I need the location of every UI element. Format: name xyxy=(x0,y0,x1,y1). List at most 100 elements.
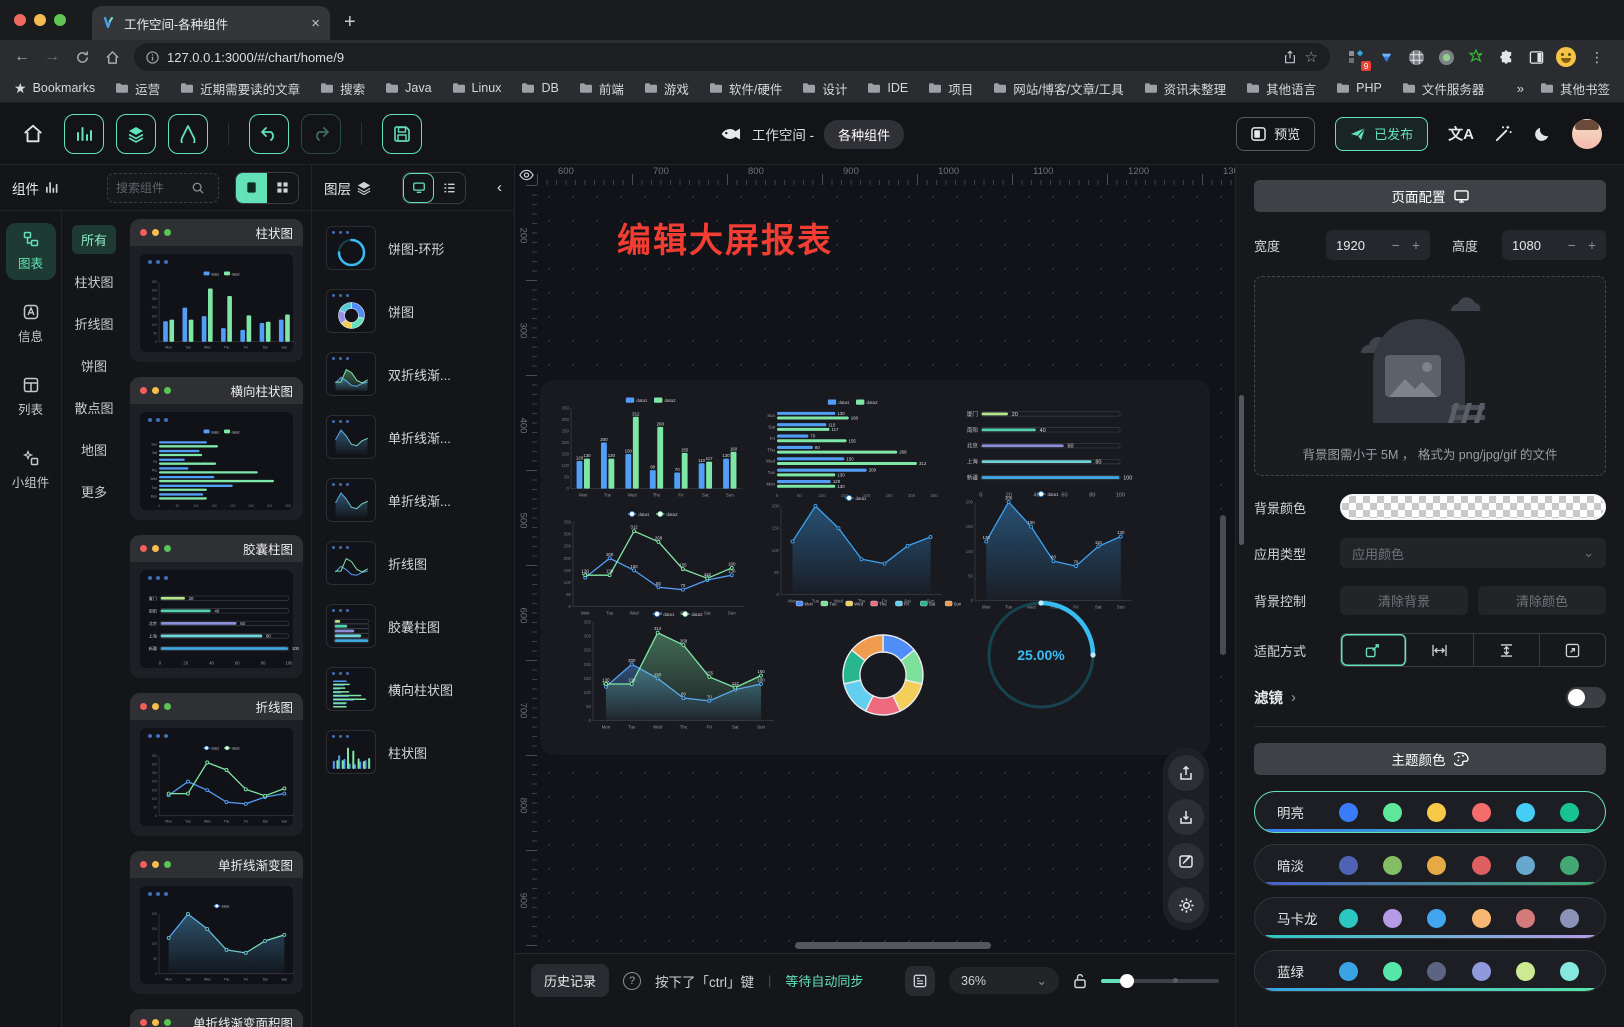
zoom-select[interactable]: 36%⌄ xyxy=(949,967,1059,994)
charts-panel-button[interactable] xyxy=(64,114,104,154)
profile-avatar[interactable] xyxy=(1556,47,1576,67)
component-card[interactable]: 单折线渐变图 050100150200MonTueWedThuFriSatSun… xyxy=(130,851,303,994)
settings-gear-icon[interactable] xyxy=(1168,887,1204,923)
chart-double-line-area[interactable]: 050100150200250300350MonTueWedThuFriSatS… xyxy=(578,608,784,730)
single-view-button[interactable] xyxy=(236,173,267,203)
component-card[interactable]: 胶囊柱图 厦门20南阳40北京60上海80新疆100020406080100 xyxy=(130,535,303,678)
preview-button[interactable]: 预览 xyxy=(1236,117,1315,151)
magic-wand-icon[interactable] xyxy=(1494,124,1513,143)
width-stepper[interactable]: 1920−+ xyxy=(1326,230,1430,260)
fit-stretch-button[interactable] xyxy=(1540,634,1605,666)
maximize-window-button[interactable] xyxy=(54,14,66,26)
extension-cmd-icon[interactable] xyxy=(1406,47,1426,67)
minimize-window-button[interactable] xyxy=(34,14,46,26)
search-input[interactable] xyxy=(116,181,186,195)
design-canvas[interactable]: 6007008009001000110012001300 20030040050… xyxy=(515,165,1235,953)
background-upload-dropzone[interactable]: 背景图需小于 5M ， 格式为 png/jpg/gif 的文件 xyxy=(1254,276,1606,476)
chart-single-line[interactable]: 050100150200MonTueWedThuFriSatSundata1 xyxy=(766,492,952,604)
bookmark-item[interactable]: 网站/博客/文章/工具 xyxy=(993,79,1123,98)
details-panel-button[interactable] xyxy=(168,114,208,154)
chart-donut[interactable]: MonTueWedThuFriSatSun xyxy=(792,598,974,738)
app-type-select[interactable]: 应用颜色⌄ xyxy=(1340,538,1606,568)
chart-line[interactable]: 050100150200250300350MonTueWedThuFriSatS… xyxy=(558,508,754,616)
bookmark-item[interactable]: 游戏 xyxy=(644,79,689,98)
bookmark-item[interactable]: 近期需要读的文章 xyxy=(180,79,300,98)
help-icon[interactable]: ? xyxy=(623,972,641,990)
dashboard-panel[interactable]: 050100150200250300350MonTueWedThuFriSatS… xyxy=(540,380,1210,755)
plus-icon[interactable]: + xyxy=(1412,237,1420,253)
forward-icon[interactable]: → xyxy=(38,43,66,71)
layer-item[interactable]: 胶囊柱图 xyxy=(322,599,504,653)
browser-tab[interactable]: 工作空间-各种组件 × xyxy=(92,6,330,40)
layer-item[interactable]: 双折线渐... xyxy=(322,347,504,401)
clear-color-button[interactable]: 清除颜色 xyxy=(1478,586,1606,615)
component-card[interactable]: 单折线渐变面积图 050100150200MonTueWedThuFriSatS… xyxy=(130,1009,303,1027)
layer-item[interactable]: 折线图 xyxy=(322,536,504,590)
share-icon[interactable] xyxy=(1283,50,1297,64)
url-text[interactable]: 127.0.0.1:3000/#/chart/home/9 xyxy=(167,50,1275,65)
clear-background-button[interactable]: 清除背景 xyxy=(1340,586,1468,615)
layer-item[interactable]: 单折线渐... xyxy=(322,410,504,464)
bookmark-item[interactable]: 运营 xyxy=(115,79,160,98)
grid-view-button[interactable] xyxy=(267,173,298,203)
dark-mode-moon-icon[interactable] xyxy=(1533,124,1552,143)
user-avatar[interactable] xyxy=(1572,119,1602,149)
height-stepper[interactable]: 1080−+ xyxy=(1502,230,1606,260)
undo-button[interactable] xyxy=(249,114,289,154)
fit-width-button[interactable] xyxy=(1407,634,1473,666)
minus-icon[interactable]: − xyxy=(1568,237,1576,253)
bookmarks-root[interactable]: ★Bookmarks xyxy=(14,80,95,97)
redo-button[interactable] xyxy=(301,114,341,154)
other-bookmarks[interactable]: 其他书签 xyxy=(1540,79,1610,98)
save-button[interactable] xyxy=(382,114,422,154)
ruler-eye-icon[interactable] xyxy=(515,165,537,185)
minus-icon[interactable]: − xyxy=(1392,237,1400,253)
canvas-text-element[interactable]: 编辑大屏报表 xyxy=(617,213,833,262)
workspace-name-pill[interactable]: 各种组件 xyxy=(824,120,904,149)
chevron-right-icon[interactable]: › xyxy=(1291,690,1296,706)
category-item[interactable]: 更多 xyxy=(72,477,116,506)
chart-ring-progress[interactable]: 25.00% xyxy=(982,596,1100,714)
category-item[interactable]: 所有 xyxy=(72,225,116,254)
site-info-icon[interactable] xyxy=(146,51,159,64)
category-item[interactable]: 散点图 xyxy=(65,393,122,422)
chart-horizontal-bar[interactable]: 050100150200250300350SunSatFriThuWedTueM… xyxy=(762,396,950,498)
bookmark-item[interactable]: 项目 xyxy=(928,79,973,98)
extensions-puzzle-icon[interactable] xyxy=(1496,47,1516,67)
extension-grid-icon[interactable]: 9 xyxy=(1346,47,1366,67)
component-card[interactable]: 横向柱状图 050100150200250300350SunSatFriThuW… xyxy=(130,377,303,520)
category-item[interactable]: 饼图 xyxy=(72,351,116,380)
chart-bar[interactable]: 050100150200250300350MonTueWedThuFriSatS… xyxy=(556,394,752,498)
component-card[interactable]: 折线图 050100150200250300350MonTueWedThuFri… xyxy=(130,693,303,836)
vertical-scrollbar[interactable] xyxy=(1220,515,1226,655)
bookmark-item[interactable]: Java xyxy=(385,81,431,95)
thumbnail-view-button[interactable] xyxy=(403,173,434,203)
bookmark-item[interactable]: Linux xyxy=(452,81,502,95)
bookmark-item[interactable]: 设计 xyxy=(802,79,847,98)
theme-row[interactable]: 蓝绿 xyxy=(1254,950,1606,992)
chart-capsule[interactable]: 厦门20南阳40北京60上海80新疆100020406080100 xyxy=(960,398,1140,498)
bookmark-item[interactable]: 软件/硬件 xyxy=(709,79,782,98)
layer-item[interactable]: 饼图-环形 xyxy=(322,221,504,275)
sidebar-tab-1[interactable]: 信息 xyxy=(6,296,56,353)
category-item[interactable]: 折线图 xyxy=(65,309,122,338)
horizontal-scrollbar[interactable] xyxy=(795,942,991,949)
plus-icon[interactable]: + xyxy=(1588,237,1596,253)
bookmark-item[interactable]: DB xyxy=(521,81,558,95)
chart-single-line-gradient[interactable]: 050100150200MonTueWedThuFriSatSun1202001… xyxy=(960,488,1142,610)
language-icon[interactable]: 文A xyxy=(1448,123,1474,144)
extension-dot-icon[interactable] xyxy=(1436,47,1456,67)
category-item[interactable]: 地图 xyxy=(72,435,116,464)
bookmark-item[interactable]: 前端 xyxy=(579,79,624,98)
bookmarks-overflow-icon[interactable]: » xyxy=(1517,81,1524,96)
export-icon[interactable] xyxy=(1168,755,1204,791)
side-panel-icon[interactable] xyxy=(1526,47,1546,67)
zoom-slider[interactable] xyxy=(1101,974,1219,988)
sidebar-tab-3[interactable]: 小组件 xyxy=(6,442,56,499)
browser-menu-icon[interactable]: ⋮ xyxy=(1586,49,1608,66)
bookmark-item[interactable]: 搜索 xyxy=(320,79,365,98)
filter-toggle[interactable] xyxy=(1566,687,1606,708)
layer-item[interactable]: 单折线渐... xyxy=(322,473,504,527)
layer-item[interactable]: 饼图 xyxy=(322,284,504,338)
category-item[interactable]: 柱状图 xyxy=(65,267,122,296)
